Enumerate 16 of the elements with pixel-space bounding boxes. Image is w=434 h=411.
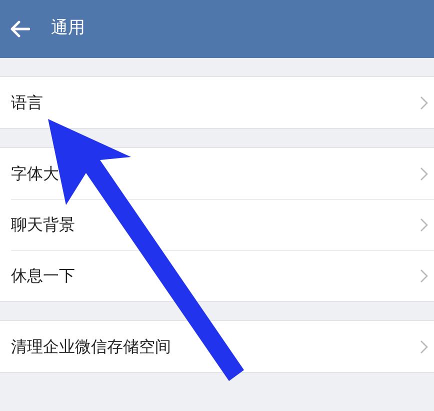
row-label: 字体大: [11, 162, 60, 184]
settings-row[interactable]: 字体大: [0, 148, 434, 199]
chevron-right-icon: [420, 166, 428, 180]
page-title: 通用: [51, 17, 85, 40]
row-label: 聊天背景: [11, 214, 76, 236]
chevron-right-icon: [420, 340, 428, 354]
row-label: 语言: [11, 92, 44, 114]
back-button[interactable]: [9, 18, 31, 40]
back-arrow-icon: [10, 20, 30, 38]
settings-row[interactable]: 清理企业微信存储空间: [0, 321, 434, 372]
chevron-right-icon: [420, 218, 428, 232]
row-label: 清理企业微信存储空间: [11, 336, 172, 358]
chevron-right-icon: [420, 96, 428, 110]
settings-row[interactable]: 语言: [0, 77, 434, 128]
chevron-right-icon: [420, 268, 428, 282]
row-label: 休息一下: [11, 264, 76, 286]
